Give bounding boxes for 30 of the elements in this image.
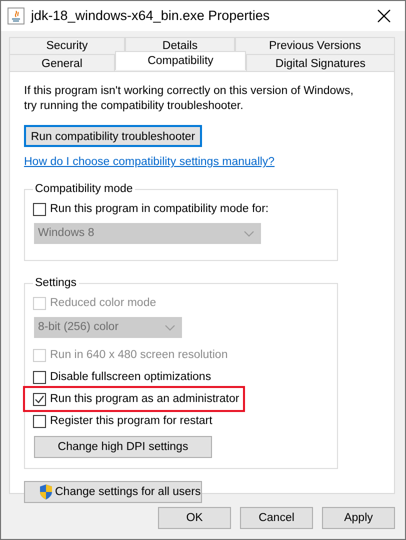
checkbox-label[interactable]: Run this program as an administrator bbox=[50, 390, 240, 408]
dialog-button[interactable]: Apply bbox=[322, 507, 395, 529]
checkbox[interactable] bbox=[33, 370, 46, 384]
group-title: Compatibility mode bbox=[33, 182, 135, 196]
dialog-button[interactable]: Cancel bbox=[240, 507, 313, 529]
window-title: jdk-18_windows-x64_bin.exe Properties bbox=[31, 6, 271, 25]
tab[interactable]: Previous Versions bbox=[235, 37, 395, 54]
tab[interactable]: Security bbox=[9, 37, 125, 54]
group-title: Settings bbox=[33, 276, 79, 290]
troubleshooter-button[interactable]: Run compatibility troubleshooter bbox=[24, 125, 202, 147]
checkbox-label[interactable]: Register this program for restart bbox=[50, 412, 212, 430]
description-text: try running the compatibility troubleshooter. bbox=[24, 99, 244, 114]
chevron-icon bbox=[244, 230, 254, 237]
dropdown-value: 8-bit (256) color bbox=[38, 320, 119, 336]
app-icon bbox=[7, 7, 25, 25]
checkbox-label[interactable]: Run this program in compatibility mode for: bbox=[50, 200, 269, 218]
shield-icon bbox=[39, 484, 53, 500]
help-link[interactable]: How do I choose compatibility settings manually? bbox=[24, 156, 275, 168]
checkbox[interactable] bbox=[33, 392, 46, 406]
checkbox-label[interactable]: Disable fullscreen optimizations bbox=[50, 368, 212, 386]
dialog-button[interactable]: OK bbox=[158, 507, 231, 529]
checkbox[interactable] bbox=[33, 202, 46, 216]
chevron-icon bbox=[165, 324, 175, 331]
description-text: If this program isn't working correctly on this version of Windows, bbox=[24, 84, 354, 99]
close-button[interactable] bbox=[375, 7, 393, 25]
dropdown-value: Windows 8 bbox=[38, 226, 94, 242]
tab[interactable]: Compatibility bbox=[115, 51, 246, 70]
checkbox[interactable] bbox=[33, 414, 46, 428]
all-users-button[interactable]: Change settings for all users bbox=[24, 481, 202, 504]
dpi-settings-button[interactable]: Change high DPI settings bbox=[34, 436, 212, 458]
